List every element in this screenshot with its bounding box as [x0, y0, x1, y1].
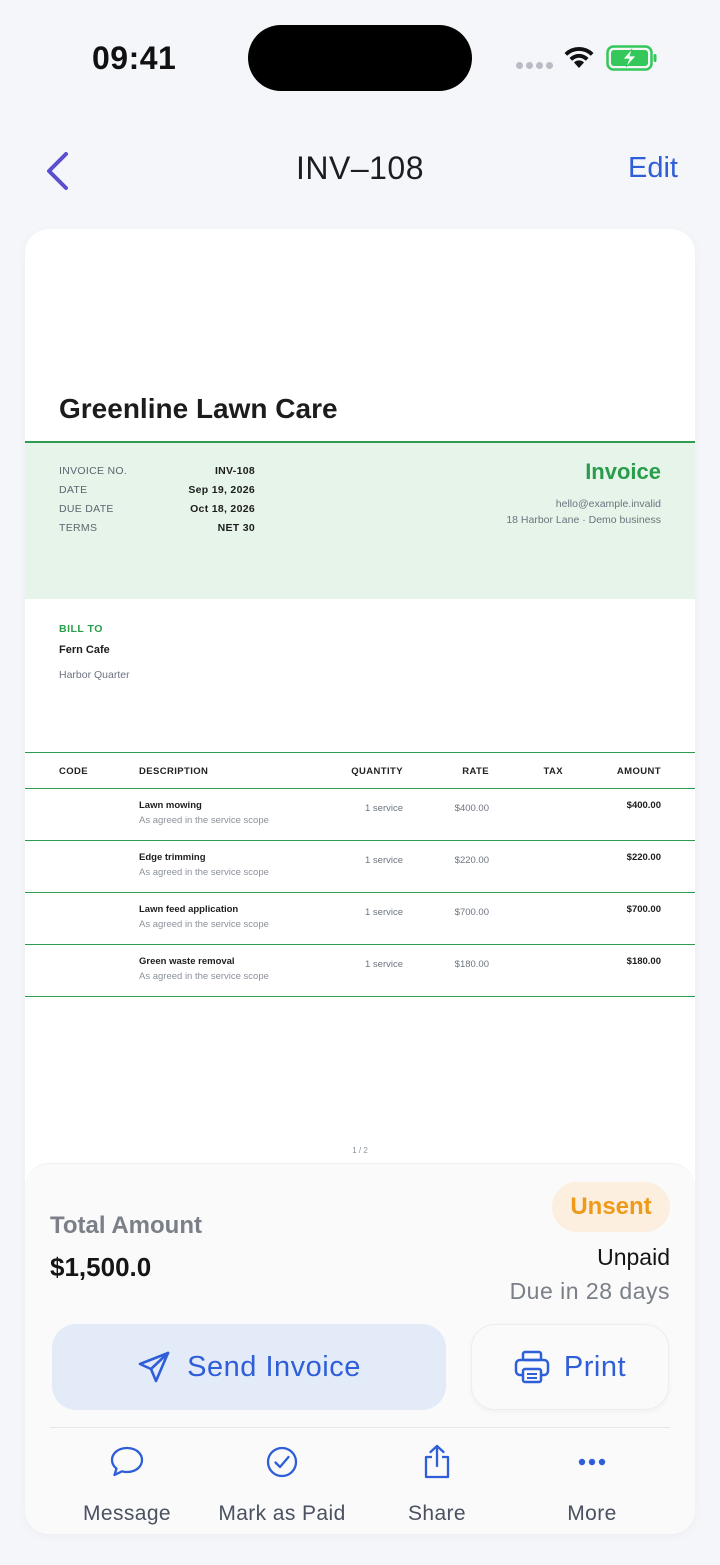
paper-plane-icon	[138, 1351, 170, 1383]
meta-value: INV-108	[214, 465, 255, 477]
item-quantity: 1 service	[364, 803, 403, 814]
send-invoice-label: Send Invoice	[187, 1350, 361, 1383]
status-time: 09:41	[92, 40, 177, 76]
meta-value: Oct 18, 2026	[190, 503, 255, 515]
table-row: Lawn mowing As agreed in the service sco…	[25, 789, 695, 841]
print-label: Print	[563, 1350, 627, 1383]
item-amount: $220.00	[626, 852, 661, 863]
chat-bubble-icon	[110, 1446, 144, 1477]
message-label: Message	[82, 1502, 171, 1525]
table-row: Edge trimming As agreed in the service s…	[25, 841, 695, 893]
item-description: Edge trimming	[139, 852, 206, 863]
column-header-description: DESCRIPTION	[139, 766, 209, 777]
check-circle-icon	[266, 1446, 298, 1478]
column-header-amount: AMOUNT	[616, 766, 661, 777]
battery-charging-icon	[606, 45, 657, 71]
column-header-code: CODE	[59, 766, 89, 777]
due-countdown: Due in 28 days	[509, 1278, 670, 1304]
client-area: Harbor Quarter	[59, 669, 130, 681]
payment-status: Unpaid	[597, 1244, 670, 1270]
item-rate: $220.00	[454, 855, 489, 866]
more-label: More	[567, 1502, 617, 1525]
table-row: Lawn feed application As agreed in the s…	[25, 893, 695, 945]
navigation-bar: INV–108 Edit	[0, 130, 720, 210]
mark-as-paid-label: Mark as Paid	[218, 1502, 346, 1525]
item-note: As agreed in the service scope	[139, 971, 269, 982]
page-title: INV–108	[295, 150, 425, 186]
printer-icon	[514, 1350, 550, 1384]
more-dots-icon	[578, 1458, 606, 1466]
message-action[interactable]: Message	[52, 1442, 202, 1526]
item-note: As agreed in the service scope	[139, 815, 269, 826]
summary-panel: Total Amount $1,500.0 Unsent Unpaid Due …	[25, 1163, 695, 1534]
status-bar: 09:41	[0, 0, 720, 110]
column-header-tax: TAX	[543, 766, 563, 777]
item-note: As agreed in the service scope	[139, 867, 269, 878]
item-amount: $180.00	[626, 956, 661, 967]
mark-as-paid-action[interactable]: Mark as Paid	[207, 1442, 357, 1526]
total-amount-value: $1,500.0	[50, 1252, 152, 1282]
cellular-signal-icon	[516, 62, 553, 69]
meta-value: Sep 19, 2026	[188, 484, 255, 496]
item-rate: $700.00	[454, 907, 489, 918]
share-action[interactable]: Share	[362, 1442, 512, 1526]
item-amount: $400.00	[626, 800, 661, 811]
item-description: Green waste removal	[139, 956, 235, 967]
invoice-card: Greenline Lawn Care INVOICE NO. INV-108 …	[25, 229, 695, 1534]
share-icon	[424, 1444, 450, 1479]
more-action[interactable]: More	[517, 1442, 667, 1526]
share-label: Share	[407, 1502, 467, 1525]
total-amount-label: Total Amount	[50, 1212, 202, 1239]
company-name: Greenline Lawn Care	[59, 393, 338, 424]
item-quantity: 1 service	[364, 959, 403, 970]
item-description: Lawn feed application	[139, 904, 239, 915]
item-quantity: 1 service	[364, 907, 403, 918]
table-row: Green waste removal As agreed in the ser…	[25, 945, 695, 997]
client-name: Fern Cafe	[59, 644, 110, 656]
status-badge: Unsent	[552, 1182, 670, 1232]
item-quantity: 1 service	[364, 855, 403, 866]
item-description: Lawn mowing	[139, 800, 202, 811]
bill-to-label: BILL TO	[59, 623, 103, 635]
business-email: hello@example.invalid	[555, 498, 661, 510]
dynamic-island	[248, 25, 472, 91]
meta-value: NET 30	[217, 522, 255, 534]
column-header-quantity: QUANTITY	[351, 766, 403, 777]
item-amount: $700.00	[626, 904, 661, 915]
item-rate: $180.00	[454, 959, 489, 970]
wifi-icon	[564, 46, 594, 68]
invoice-heading: Invoice	[585, 459, 661, 484]
print-button[interactable]: Print	[471, 1324, 669, 1410]
column-header-rate: RATE	[462, 766, 489, 777]
send-invoice-button[interactable]: Send Invoice	[52, 1324, 446, 1410]
business-address: 18 Harbor Lane · Demo business	[506, 514, 661, 526]
item-note: As agreed in the service scope	[139, 919, 269, 930]
edit-button[interactable]: Edit	[628, 152, 678, 185]
item-rate: $400.00	[454, 803, 489, 814]
items-table-header: CODE DESCRIPTION QUANTITY RATE TAX AMOUN…	[25, 752, 695, 789]
divider	[50, 1427, 670, 1428]
page-indicator: 1 / 2	[352, 1146, 368, 1155]
